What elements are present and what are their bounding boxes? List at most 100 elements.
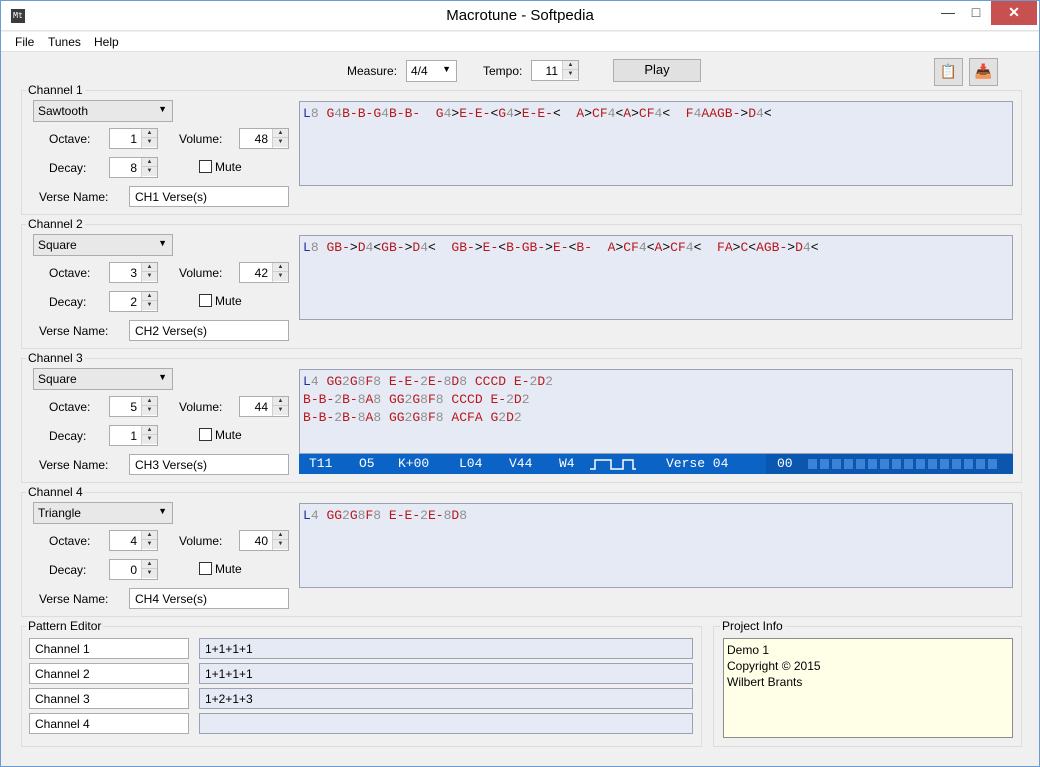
- minimize-button[interactable]: —: [935, 1, 961, 25]
- verse-name-input[interactable]: CH2 Verse(s): [129, 320, 289, 341]
- spin-down-icon[interactable]: ▼: [273, 272, 288, 281]
- pattern-channel-name[interactable]: Channel 3: [29, 688, 189, 709]
- chevron-down-icon: ▼: [158, 372, 167, 382]
- volume-spinner[interactable]: 44 ▲ ▼: [239, 396, 289, 417]
- close-button[interactable]: ✕: [991, 1, 1037, 25]
- decay-spinner[interactable]: 1 ▲ ▼: [109, 425, 158, 446]
- clipboard-icon[interactable]: 📋: [934, 58, 963, 86]
- channel-4-note-editor[interactable]: L4 GG2G8F8 E-E-2E-8D8: [299, 503, 1013, 588]
- octave-spinner[interactable]: 1 ▲ ▼: [109, 128, 158, 149]
- position-cell: [868, 459, 877, 469]
- pattern-sequence-input[interactable]: [199, 713, 693, 734]
- window-title: Macrotune - Softpedia: [446, 7, 594, 24]
- decay-value: 1: [130, 429, 137, 443]
- spin-up-icon[interactable]: ▲: [142, 426, 157, 435]
- mute-checkbox[interactable]: [199, 562, 212, 575]
- spin-up-icon[interactable]: ▲: [142, 129, 157, 138]
- spin-up-icon[interactable]: ▲: [273, 263, 288, 272]
- mute-checkbox[interactable]: [199, 428, 212, 441]
- spin-up-icon[interactable]: ▲: [273, 397, 288, 406]
- position-cell: [988, 459, 997, 469]
- position-cell: [940, 459, 949, 469]
- decay-value: 0: [130, 563, 137, 577]
- channel-3-note-editor[interactable]: L4 GG2G8F8 E-E-2E-8D8 CCCD E-2D2 B-B-2B-8…: [299, 369, 1013, 454]
- verse-name-input[interactable]: CH4 Verse(s): [129, 588, 289, 609]
- channel-2-note-editor[interactable]: L8 GB->D4<GB->D4< GB->E-<B-GB->E-<B- A>C…: [299, 235, 1013, 320]
- chevron-down-icon: ▼: [158, 506, 167, 516]
- spin-up-icon[interactable]: ▲: [142, 531, 157, 540]
- status-length: L04: [459, 456, 483, 471]
- spin-up-icon[interactable]: ▲: [273, 531, 288, 540]
- volume-label: Volume:: [179, 266, 223, 280]
- volume-label: Volume:: [179, 132, 223, 146]
- pattern-editor-title: Pattern Editor: [26, 619, 104, 633]
- mute-checkbox[interactable]: [199, 160, 212, 173]
- spin-up-icon[interactable]: ▲: [142, 158, 157, 167]
- spin-down-icon[interactable]: ▼: [142, 435, 157, 444]
- play-button[interactable]: Play: [613, 59, 701, 82]
- pattern-channel-name[interactable]: Channel 4: [29, 713, 189, 734]
- octave-spinner[interactable]: 5 ▲ ▼: [109, 396, 158, 417]
- spin-down-icon[interactable]: ▼: [142, 406, 157, 415]
- verse-name-input[interactable]: CH3 Verse(s): [129, 454, 289, 475]
- volume-spinner[interactable]: 42 ▲ ▼: [239, 262, 289, 283]
- spin-up-icon[interactable]: ▲: [142, 263, 157, 272]
- mute-label: Mute: [215, 428, 242, 442]
- volume-spinner[interactable]: 48 ▲ ▼: [239, 128, 289, 149]
- project-info-line: Demo 1: [727, 643, 770, 657]
- measure-select[interactable]: 4/4 ▼: [406, 60, 457, 82]
- channel-1-note-editor[interactable]: L8 G4B-B-G4B-B- G4>E-E-<G4>E-E-< A>CF4<A…: [299, 101, 1013, 186]
- decay-spinner[interactable]: 0 ▲ ▼: [109, 559, 158, 580]
- waveform-select[interactable]: Sawtooth ▼: [33, 100, 173, 122]
- volume-value: 44: [254, 400, 268, 414]
- tempo-spinner[interactable]: 11 ▲ ▼: [531, 60, 579, 81]
- volume-value: 42: [254, 266, 268, 280]
- tempo-value: 11: [545, 64, 558, 78]
- note-line: B-B-2B-8A8 GG2G8F8 ACFA G2D2: [303, 410, 522, 425]
- spin-down-icon[interactable]: ▼: [142, 540, 157, 549]
- position-cell: [976, 459, 985, 469]
- menu-file[interactable]: File: [15, 35, 34, 49]
- waveform-select[interactable]: Square ▼: [33, 234, 173, 256]
- spin-down-icon[interactable]: ▼: [142, 167, 157, 176]
- maximize-button[interactable]: □: [963, 1, 989, 25]
- waveform-value: Sawtooth: [38, 104, 89, 118]
- menu-tunes[interactable]: Tunes: [48, 35, 81, 49]
- spin-down-icon[interactable]: ▼: [273, 138, 288, 147]
- tempo-label: Tempo:: [483, 64, 523, 78]
- decay-spinner[interactable]: 2 ▲ ▼: [109, 291, 158, 312]
- spin-down-icon[interactable]: ▼: [142, 138, 157, 147]
- pattern-position-track: 00: [766, 454, 1013, 474]
- spin-down-icon[interactable]: ▼: [142, 569, 157, 578]
- waveform-select[interactable]: Triangle ▼: [33, 502, 173, 524]
- decay-value: 2: [130, 295, 137, 309]
- verse-name-input[interactable]: CH1 Verse(s): [129, 186, 289, 207]
- spin-down-icon[interactable]: ▼: [273, 540, 288, 549]
- octave-spinner[interactable]: 3 ▲ ▼: [109, 262, 158, 283]
- spin-up-icon[interactable]: ▲: [142, 292, 157, 301]
- spin-up-icon[interactable]: ▲: [563, 61, 578, 70]
- spin-down-icon[interactable]: ▼: [142, 301, 157, 310]
- spin-down-icon[interactable]: ▼: [273, 406, 288, 415]
- mute-checkbox[interactable]: [199, 294, 212, 307]
- pattern-sequence-input[interactable]: 1+2+1+3: [199, 688, 693, 709]
- pattern-sequence-input[interactable]: 1+1+1+1: [199, 638, 693, 659]
- decay-spinner[interactable]: 8 ▲ ▼: [109, 157, 158, 178]
- status-verse: Verse 04: [666, 456, 729, 471]
- waveform-value: Square: [38, 372, 77, 386]
- spin-up-icon[interactable]: ▲: [142, 560, 157, 569]
- spin-up-icon[interactable]: ▲: [273, 129, 288, 138]
- waveform-select[interactable]: Square ▼: [33, 368, 173, 390]
- spin-down-icon[interactable]: ▼: [563, 70, 578, 79]
- project-info-textarea[interactable]: Demo 1 Copyright © 2015 Wilbert Brants: [723, 638, 1013, 738]
- spin-up-icon[interactable]: ▲: [142, 397, 157, 406]
- spin-down-icon[interactable]: ▼: [142, 272, 157, 281]
- octave-spinner[interactable]: 4 ▲ ▼: [109, 530, 158, 551]
- menu-help[interactable]: Help: [94, 35, 119, 49]
- pattern-channel-name[interactable]: Channel 2: [29, 663, 189, 684]
- volume-spinner[interactable]: 40 ▲ ▼: [239, 530, 289, 551]
- pattern-sequence-input[interactable]: 1+1+1+1: [199, 663, 693, 684]
- paste-icon[interactable]: 📥: [969, 58, 998, 86]
- pattern-channel-name[interactable]: Channel 1: [29, 638, 189, 659]
- position-cell: [964, 459, 973, 469]
